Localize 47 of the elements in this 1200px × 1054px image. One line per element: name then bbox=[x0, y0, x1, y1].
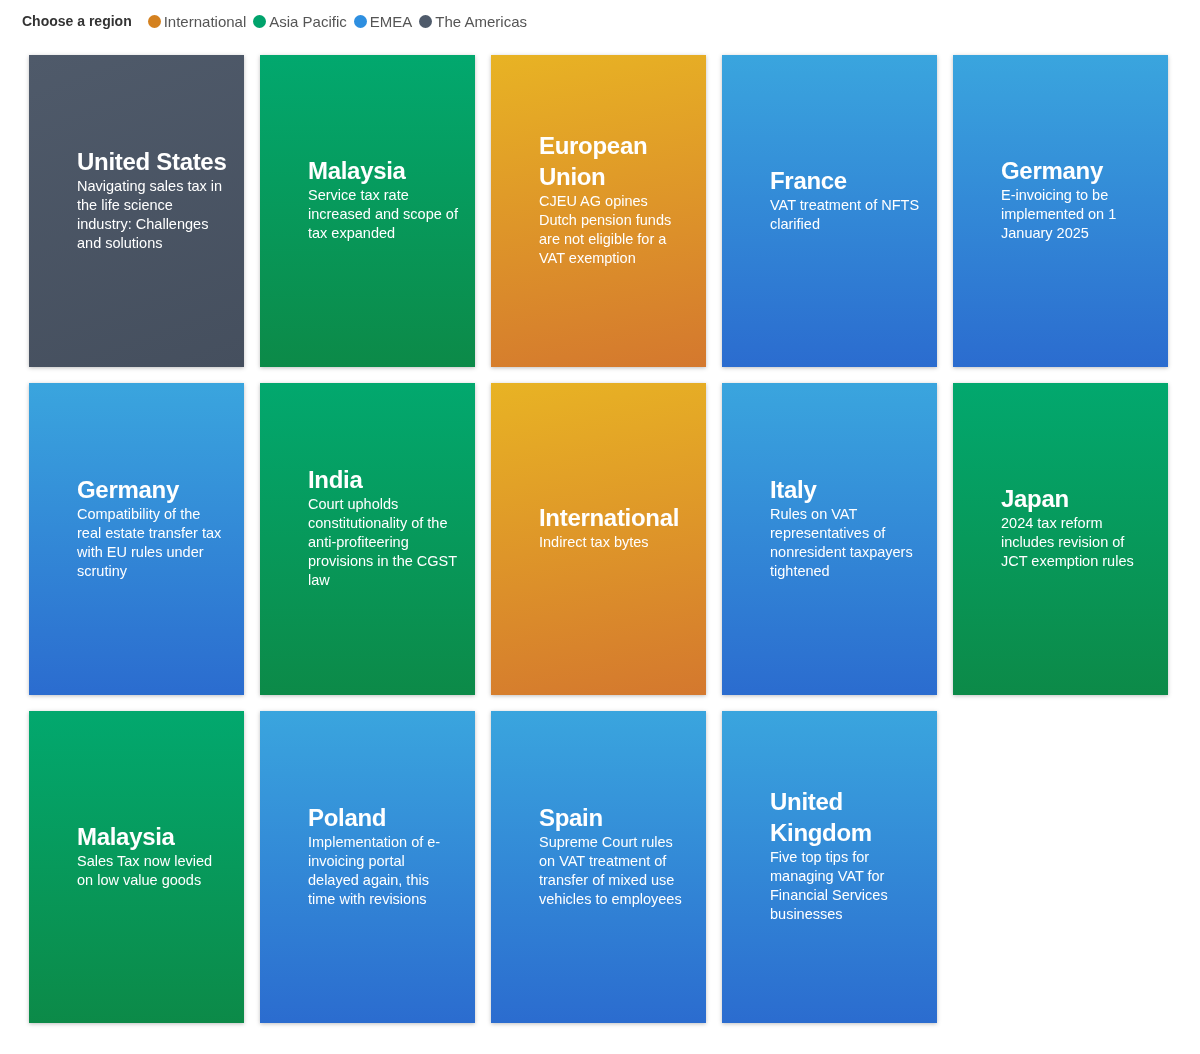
card-title: Malaysia bbox=[308, 156, 407, 186]
region-filter-button[interactable]: The Americas bbox=[419, 12, 527, 30]
card-summary: Supreme Court rules on VAT treatment of transfer of mixed use vehicles to employees bbox=[539, 832, 683, 909]
article-card[interactable]: Poland Implementation of e-invoicing portal delayed again, this time with revisions bbox=[260, 711, 475, 1023]
article-card[interactable]: Japan 2024 tax reform includes revision of JCT exemption rules bbox=[953, 383, 1168, 695]
card-title: International bbox=[539, 503, 680, 533]
article-card[interactable]: Spain Supreme Court rules on VAT treatment of transfer of mixed use vehicles to employees bbox=[491, 711, 706, 1023]
card-summary: VAT treatment of NFTS clarified bbox=[770, 195, 920, 234]
card-summary: Rules on VAT representatives of nonresident taxpayers tightened bbox=[770, 504, 914, 581]
card-title: Malaysia bbox=[77, 821, 176, 852]
card-summary: Indirect tax bytes bbox=[539, 533, 650, 552]
card-title: Germany bbox=[1001, 156, 1104, 186]
card-summary: Implementation of e-invoicing portal delayed again, this time with revisions bbox=[308, 832, 442, 909]
article-card[interactable]: United Kingdom Five top tips for managing VAT for Financial Services businesses bbox=[722, 711, 937, 1023]
card-title: United States bbox=[77, 146, 227, 177]
region-filter-button[interactable]: Asia Pacific bbox=[253, 12, 347, 30]
card-title: Poland bbox=[308, 802, 388, 833]
card-title: United Kingdom bbox=[770, 787, 873, 848]
card-title: France bbox=[770, 165, 848, 196]
article-card[interactable]: European Union CJEU AG opines Dutch pension funds are not eligible for a VAT exemption bbox=[491, 55, 706, 367]
article-card[interactable]: Germany Compatibility of the real estate transfer tax with EU rules under scrutiny bbox=[29, 383, 244, 695]
card-title: European Union bbox=[539, 131, 649, 192]
card-summary: Sales Tax now levied on low value goods bbox=[77, 851, 214, 890]
region-filter-button[interactable]: EMEA bbox=[353, 12, 413, 30]
region-filter-button[interactable]: International bbox=[147, 12, 247, 30]
card-title: Japan bbox=[1001, 484, 1070, 514]
card-summary: Court upholds constitutionality of the anti-profiteering provisions in the CGST law bbox=[308, 495, 458, 590]
filter-label: Choose a region bbox=[22, 13, 132, 29]
card-title: Germany bbox=[77, 474, 180, 505]
card-summary: CJEU AG opines Dutch pension funds are not eligible for a VAT exemption bbox=[539, 192, 673, 268]
article-card[interactable]: Malaysia Service tax rate increased and scope of tax expanded bbox=[260, 55, 475, 367]
card-title: Italy bbox=[770, 474, 818, 505]
article-card[interactable]: United States Navigating sales tax in the life science industry: Challenges and solutions bbox=[29, 55, 244, 367]
article-card[interactable]: Italy Rules on VAT representatives of nonresident taxpayers tightened bbox=[722, 383, 937, 695]
article-card[interactable]: France VAT treatment of NFTS clarified bbox=[722, 55, 937, 367]
article-card[interactable]: International Indirect tax bytes bbox=[491, 383, 706, 695]
card-title: Spain bbox=[539, 802, 604, 833]
card-title: India bbox=[308, 465, 364, 495]
card-summary: 2024 tax reform includes revision of JCT exemption rules bbox=[1001, 514, 1135, 571]
card-summary: E-invoicing to be implemented on 1 January 2025 bbox=[1001, 186, 1118, 243]
card-summary: Service tax rate increased and scope of tax expanded bbox=[308, 186, 458, 243]
article-card[interactable]: Malaysia Sales Tax now levied on low value goods bbox=[29, 711, 244, 1023]
card-summary: Navigating sales tax in the life science industry: Challenges and solutions bbox=[77, 176, 224, 253]
card-summary: Five top tips for managing VAT for Financial Services businesses bbox=[770, 848, 889, 924]
article-card[interactable]: Germany E-invoicing to be implemented on 1 January 2025 bbox=[953, 55, 1168, 367]
article-card[interactable]: India Court upholds constitutionality of the anti-profiteering provisions in the CGST law bbox=[260, 383, 475, 695]
card-summary: Compatibility of the real estate transfer tax with EU rules under scrutiny bbox=[77, 504, 223, 581]
